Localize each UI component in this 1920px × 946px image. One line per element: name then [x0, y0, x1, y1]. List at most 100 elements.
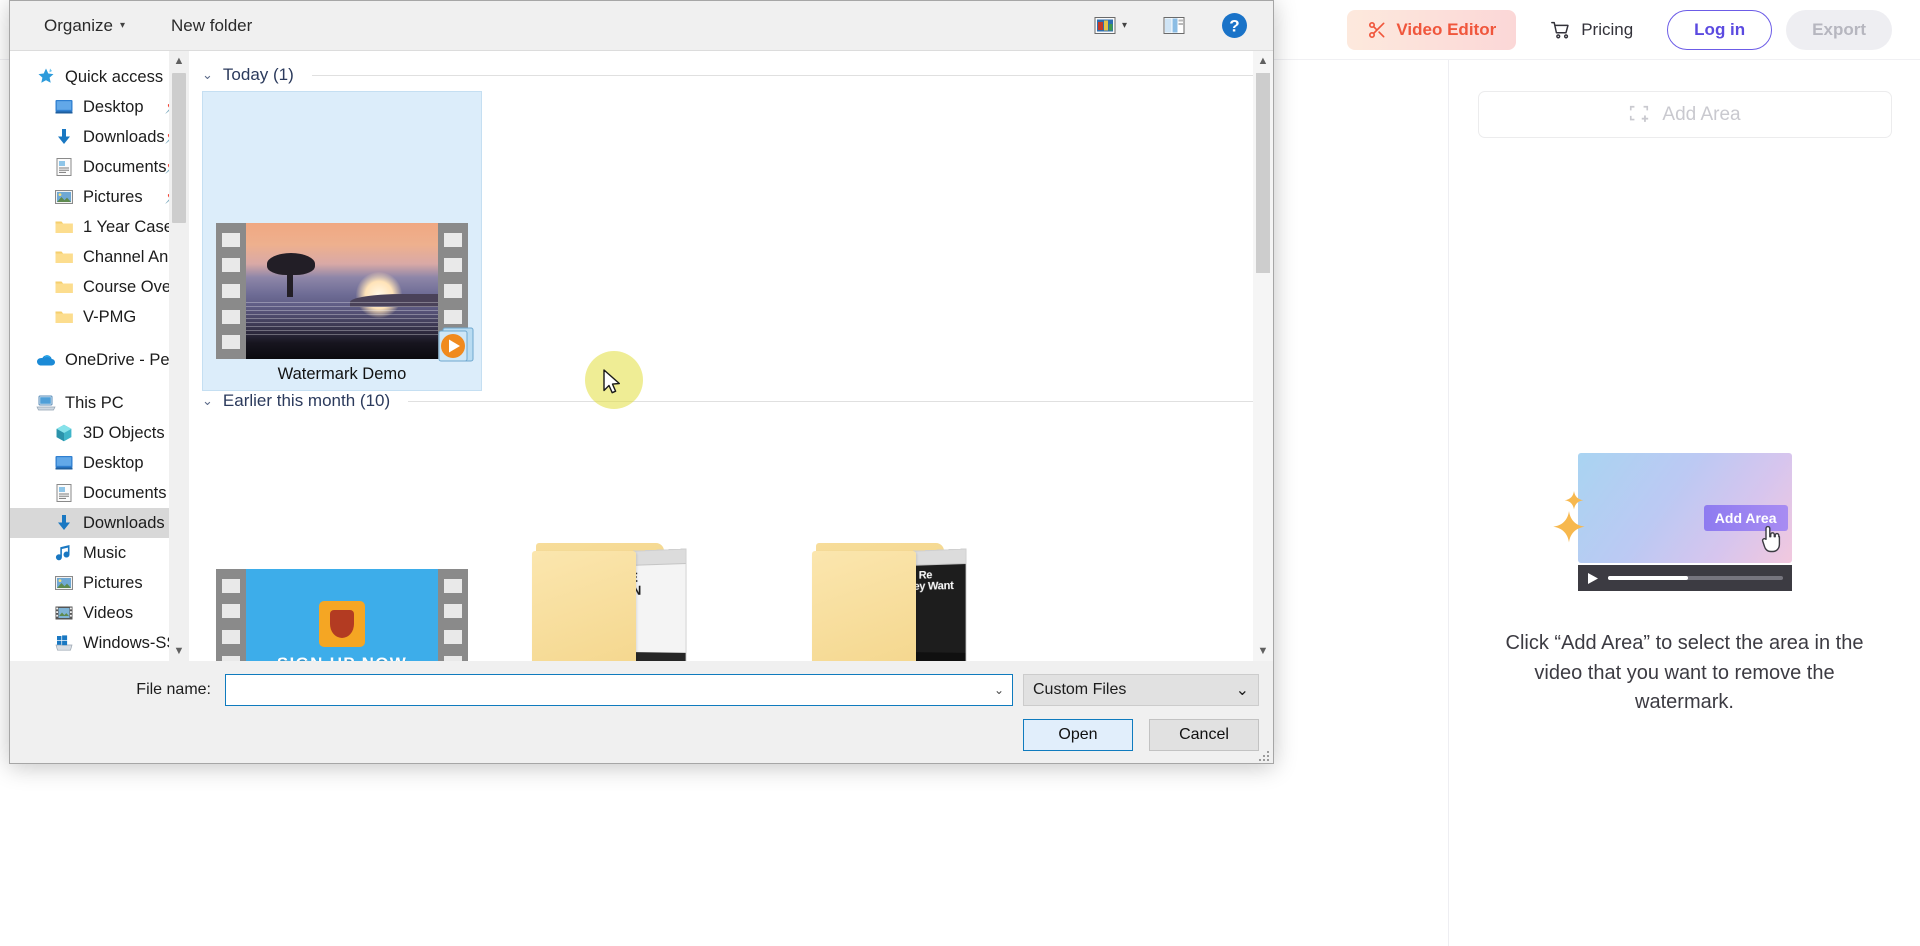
help-question-icon: ?: [1221, 12, 1248, 39]
sidebar-item-videos[interactable]: Videos: [10, 598, 189, 628]
sidebar-item-onedrive-person[interactable]: OneDrive - Person: [10, 345, 189, 375]
svg-text:?: ?: [1229, 17, 1239, 36]
music-note-icon: [54, 543, 74, 563]
sidebar-item-course-overview[interactable]: Course Overview: [10, 272, 189, 302]
sparkle-large-icon: [1552, 511, 1586, 550]
sidebar-item-label: Music: [83, 543, 127, 562]
file-group-label: Today (1): [222, 65, 294, 84]
sidebar-item-label: Downloads: [83, 513, 165, 532]
group-rule: [408, 400, 1253, 402]
sidebar-item-v-pmg[interactable]: V-PMG: [10, 302, 189, 332]
sidebar-item-label: This PC: [65, 393, 124, 412]
scroll-up-arrow-icon[interactable]: ▲: [169, 51, 189, 71]
sidebar-item-windows-ssd-c[interactable]: Windows-SSD (C: [10, 628, 189, 658]
video-frame-text: SIGN UP NOW: [277, 654, 407, 662]
sidebar-item-1-year-case-stud[interactable]: 1 Year Case Stud: [10, 212, 189, 242]
video-thumbnail: SIGN UP NOW: [216, 569, 468, 661]
content-scroll-thumb[interactable]: [1256, 73, 1270, 273]
shield-badge-icon: [319, 600, 365, 647]
this-pc-icon: [36, 393, 56, 413]
scroll-down-arrow-icon[interactable]: ▼: [1253, 641, 1273, 661]
file-tile[interactable]: ve Audience Reow What They Want: [762, 417, 1042, 661]
nav-pricing-label: Pricing: [1581, 19, 1634, 39]
watermark-tool-panel: Add Area Add Area Click “Add Area” to se…: [1449, 60, 1920, 946]
open-button[interactable]: Open: [1023, 719, 1133, 751]
sidebar-item-3d-objects[interactable]: 3D Objects: [10, 418, 189, 448]
file-tile[interactable]: SIGN UP NOW: [202, 417, 482, 661]
sidebar-item-quick-access[interactable]: Quick access: [10, 62, 189, 92]
sidebar-item-documents[interactable]: Documents: [10, 478, 189, 508]
content-scrollbar[interactable]: ▲ ▼: [1253, 51, 1273, 661]
sidebar-item-this-pc[interactable]: This PC: [10, 388, 189, 418]
filename-label: File name:: [136, 681, 211, 698]
chevron-down-icon: ⌄: [202, 67, 213, 82]
help-button[interactable]: ?: [1212, 7, 1257, 44]
sidebar-item-label: Downloads: [83, 127, 165, 146]
preview-pane-icon: [1163, 16, 1185, 35]
sidebar-item-label: V-PMG: [83, 307, 137, 326]
chevron-down-icon[interactable]: ⌄: [988, 683, 1004, 697]
file-group-header[interactable]: ⌄ Today (1): [202, 65, 1253, 85]
folder-front-flap: [532, 551, 636, 661]
sidebar-item-documents[interactable]: Documents📌: [10, 152, 189, 182]
nav-video-editor-button[interactable]: Video Editor: [1347, 9, 1517, 50]
onedrive-cloud-icon: [36, 350, 56, 370]
pictures-icon: [54, 573, 74, 593]
film-perforations-left: [216, 569, 246, 661]
sidebar-item-channel-analytic[interactable]: Channel Analytic: [10, 242, 189, 272]
chevron-down-icon: ▾: [119, 20, 126, 31]
scroll-up-arrow-icon[interactable]: ▲: [1253, 51, 1273, 71]
folder-front-flap: [812, 551, 916, 661]
file-tile-row: Watermark Demo: [202, 91, 1253, 391]
scissors-icon: [1367, 20, 1387, 40]
filename-input-wrap[interactable]: ⌄: [225, 674, 1013, 706]
scroll-down-arrow-icon[interactable]: ▼: [169, 641, 189, 661]
video-thumbnail: [216, 223, 474, 362]
file-tile-row: SIGN UP NOW AFFILIATEMARKETIN ve Audience …: [202, 417, 1253, 661]
sidebar-item-pictures[interactable]: Pictures📌: [10, 182, 189, 212]
login-button[interactable]: Log in: [1667, 9, 1773, 50]
file-type-select[interactable]: Custom Files ⌄: [1023, 674, 1259, 706]
sidebar-item-desktop[interactable]: Desktop📌: [10, 92, 189, 122]
group-rule: [311, 74, 1253, 76]
hand-cursor-icon: [1759, 525, 1783, 560]
dashed-square-plus-icon: [1628, 104, 1650, 126]
sidebar-item-label: Documents: [83, 157, 167, 176]
nav-video-editor-label: Video Editor: [1396, 19, 1497, 39]
film-perforations-left: [216, 223, 246, 359]
3d-objects-icon: [54, 423, 74, 443]
sidebar-item-label: Pictures: [83, 573, 143, 592]
windows-media-player-badge: [434, 323, 478, 367]
file-tile[interactable]: Watermark Demo: [202, 91, 482, 391]
organize-label: Organize: [44, 15, 113, 35]
windows-drive-icon: [54, 633, 74, 653]
add-area-button[interactable]: Add Area: [1477, 91, 1892, 138]
sidebar-item-downloads[interactable]: Downloads: [10, 508, 189, 538]
navigation-scrollbar[interactable]: ▲ ▼: [169, 51, 189, 661]
sidebar-item-label: Desktop: [83, 97, 144, 116]
sidebar-item-downloads[interactable]: Downloads📌: [10, 122, 189, 152]
desktop-icon: [54, 453, 74, 473]
file-group-label: Earlier this month (10): [222, 391, 391, 410]
folder-icon: [54, 307, 74, 327]
resize-grip[interactable]: [1258, 749, 1270, 761]
dialog-toolbar: Organize ▾ New folder ▾ ?: [10, 1, 1273, 51]
preview-pane-button[interactable]: [1154, 11, 1194, 40]
sidebar-item-desktop[interactable]: Desktop: [10, 448, 189, 478]
navigation-scroll-thumb[interactable]: [172, 73, 186, 223]
cancel-button[interactable]: Cancel: [1149, 719, 1259, 751]
file-tile[interactable]: AFFILIATEMARKETIN: [482, 417, 762, 661]
organize-menu-button[interactable]: Organize ▾: [32, 10, 137, 42]
file-group-header[interactable]: ⌄ Earlier this month (10): [202, 391, 1253, 411]
filename-input[interactable]: [234, 681, 988, 699]
chevron-down-icon: ⌄: [202, 393, 213, 408]
desktop-icon: [54, 97, 74, 117]
nav-pricing-button[interactable]: Pricing: [1530, 10, 1653, 50]
export-button[interactable]: Export: [1786, 9, 1892, 50]
folder-thumbnail: ve Audience Reow What They Want: [812, 535, 992, 661]
sidebar-item-label: Desktop: [83, 453, 144, 472]
sidebar-item-pictures[interactable]: Pictures: [10, 568, 189, 598]
view-options-button[interactable]: ▾: [1085, 11, 1136, 40]
sidebar-item-music[interactable]: Music: [10, 538, 189, 568]
new-folder-button[interactable]: New folder: [159, 10, 264, 42]
